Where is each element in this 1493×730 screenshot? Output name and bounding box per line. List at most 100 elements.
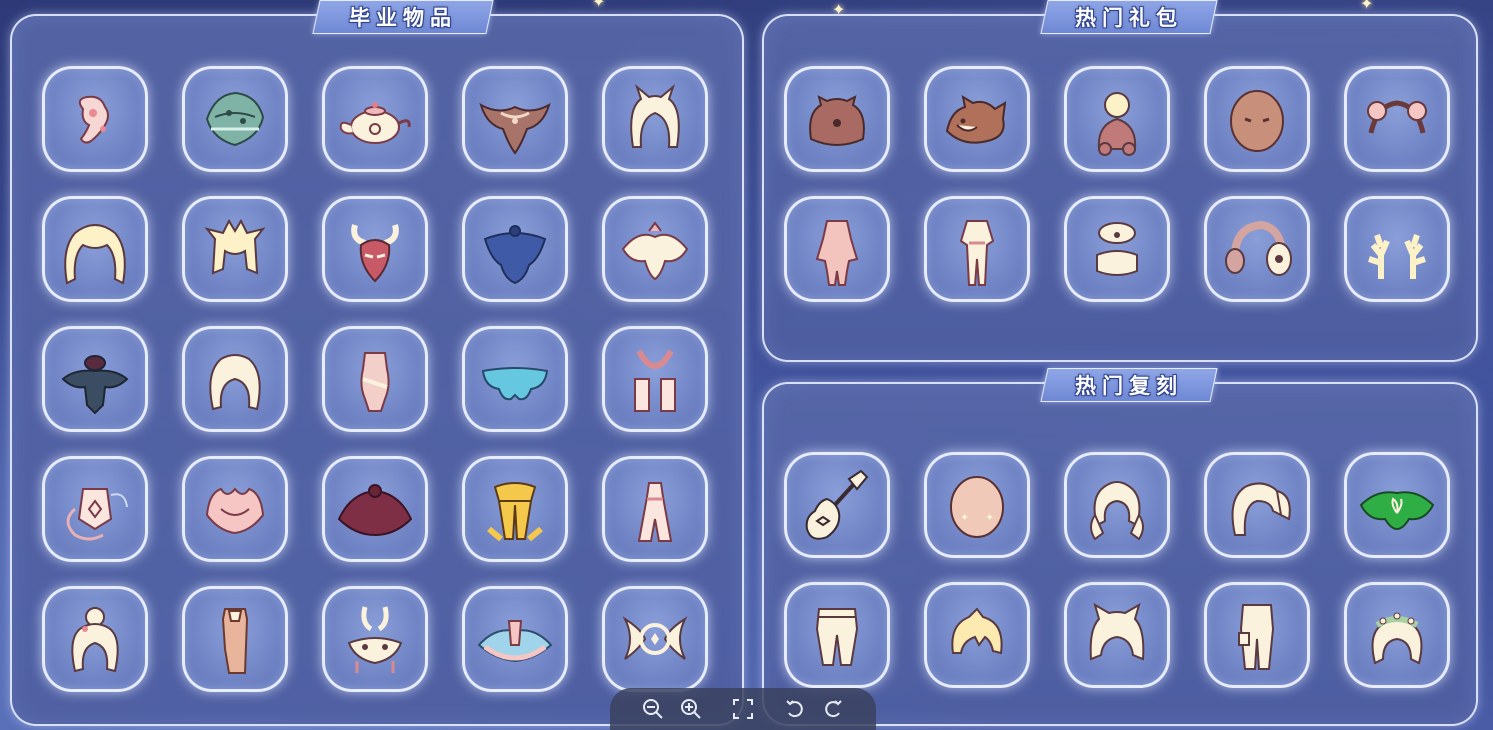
maroon-fur-cape-icon [337, 484, 413, 537]
doll-figure-icon [1097, 92, 1137, 156]
rotate-left-icon [786, 700, 803, 718]
panel-title-hot-packs: 热门礼包 [1040, 0, 1218, 34]
item-slot[interactable] [182, 586, 288, 692]
fit-screen-icon [733, 699, 753, 719]
antlered-mask-icon [351, 224, 399, 283]
guitar-icon [805, 469, 869, 540]
short-blonde-hair-icon [951, 607, 1003, 655]
blush-face-mask-icon: ✦ ✦ [950, 476, 1004, 538]
item-slot[interactable] [42, 326, 148, 432]
side-ponytail-hair-icon [1231, 482, 1291, 536]
frilled-cape-icon [477, 620, 553, 663]
rotate-left-button[interactable] [776, 690, 814, 728]
item-slot[interactable] [602, 196, 708, 302]
item-slot[interactable] [462, 326, 568, 432]
item-slot[interactable] [784, 66, 890, 172]
item-slot[interactable] [182, 326, 288, 432]
item-slot[interactable] [1344, 582, 1450, 688]
star-decoration: ✦ [592, 0, 606, 11]
panel-title-graduation: 毕业物品 [312, 0, 494, 34]
flower-crown-hair-icon [1371, 612, 1423, 665]
owl-wing-cape-icon [479, 102, 551, 155]
white-petal-cape-icon [621, 221, 689, 281]
ear-muff-headphones-icon [1225, 220, 1292, 276]
wing-halo-icon [622, 616, 688, 660]
spiky-blonde-hair-icon [204, 218, 266, 275]
item-slot[interactable] [1204, 582, 1310, 688]
pink-bodysuit-icon [360, 352, 390, 412]
cat-ear-hair-icon [1089, 602, 1145, 661]
item-slot[interactable] [784, 452, 890, 558]
item-slot[interactable] [1204, 452, 1310, 558]
item-slot[interactable] [784, 196, 890, 302]
item-slot[interactable]: ✦ ✦ [924, 452, 1030, 558]
cyan-butterfly-cape-icon [481, 367, 549, 401]
blue-cape-icon [483, 225, 547, 285]
green-leaf-cape-icon [1359, 491, 1435, 531]
item-slot[interactable] [602, 456, 708, 562]
item-slot[interactable] [182, 66, 288, 172]
zoom-out-icon [643, 699, 663, 719]
peach-robe-icon [221, 608, 249, 674]
item-slot[interactable] [42, 586, 148, 692]
item-slot[interactable] [1064, 452, 1170, 558]
item-slot[interactable] [42, 456, 148, 562]
panel-title-text: 热门复刻 [1075, 374, 1183, 398]
item-slot[interactable] [42, 66, 148, 172]
rotate-right-button[interactable] [814, 690, 852, 728]
item-slot[interactable] [322, 456, 428, 562]
item-slot[interactable] [322, 66, 428, 172]
diamond-ornament-icon [66, 488, 128, 541]
item-slot[interactable] [602, 586, 708, 692]
item-slot[interactable] [322, 196, 428, 302]
teal-shawl-icon [205, 91, 265, 147]
white-pants-icon [815, 608, 859, 666]
hot-packs-panel: 热门礼包 [762, 0, 1478, 362]
graduation-items-panel: 毕业物品 [10, 0, 744, 726]
item-slot[interactable] [462, 456, 568, 562]
bear-ear-headband-icon [1367, 100, 1427, 134]
item-slot[interactable] [1064, 196, 1170, 302]
svg-text:✦: ✦ [985, 511, 994, 524]
dark-armor-cape-icon [61, 355, 129, 415]
white-dress-outfit-icon [637, 482, 673, 542]
item-slot[interactable] [182, 456, 288, 562]
panel-title-hot-reruns: 热门复刻 [1040, 368, 1218, 402]
item-slot[interactable] [1344, 452, 1450, 558]
fluffy-collar-icon [1096, 222, 1138, 276]
item-slot[interactable] [1344, 196, 1450, 302]
white-bob-hair-icon [209, 354, 261, 411]
item-slot[interactable] [924, 66, 1030, 172]
item-slot[interactable] [602, 326, 708, 432]
fit-screen-button[interactable] [724, 690, 762, 728]
twin-tail-hair-icon [1090, 481, 1144, 541]
fox-plush-icon [945, 94, 1007, 144]
item-slot[interactable] [182, 196, 288, 302]
item-slot[interactable] [462, 586, 568, 692]
item-slot[interactable] [784, 582, 890, 688]
item-slot[interactable] [1204, 196, 1310, 302]
item-slot[interactable] [462, 66, 568, 172]
golden-scarf-icon [487, 482, 543, 542]
item-slot[interactable] [924, 196, 1030, 302]
rotate-right-icon [825, 700, 842, 718]
item-slot[interactable] [1064, 582, 1170, 688]
pink-scarf-icon [634, 349, 676, 412]
item-slot[interactable] [924, 582, 1030, 688]
item-slot[interactable] [462, 196, 568, 302]
item-slot[interactable] [42, 196, 148, 302]
item-slot[interactable] [1204, 66, 1310, 172]
panel-title-text: 热门礼包 [1075, 6, 1183, 30]
item-slot[interactable] [322, 586, 428, 692]
teapot-icon [339, 102, 411, 144]
zoom-in-button[interactable] [672, 690, 710, 728]
item-slot[interactable] [322, 326, 428, 432]
item-slot[interactable] [1064, 66, 1170, 172]
item-slot[interactable] [1344, 66, 1450, 172]
item-slot[interactable] [602, 66, 708, 172]
pink-robe-outfit-icon [815, 220, 859, 286]
zoom-out-button[interactable] [634, 690, 672, 728]
brown-bear-backpack-icon [809, 95, 865, 146]
antler-horns-icon [1368, 234, 1426, 279]
panel-title-text: 毕业物品 [349, 6, 457, 30]
